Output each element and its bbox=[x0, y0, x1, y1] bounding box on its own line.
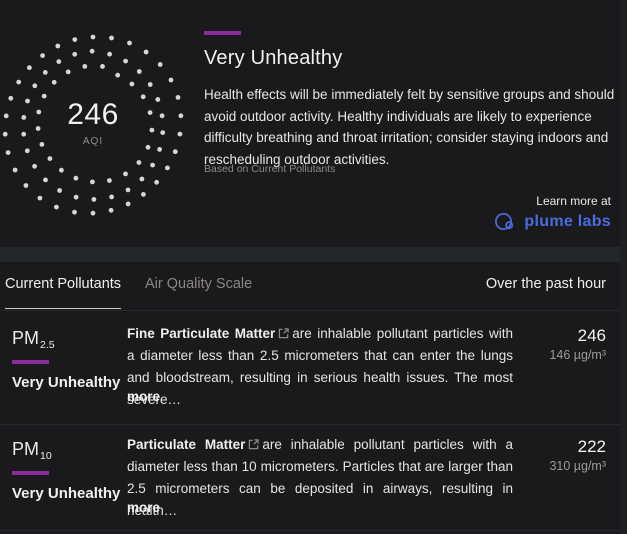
tab-current-pollutants[interactable]: Current Pollutants bbox=[5, 276, 121, 309]
pm25-status: Very Unhealthy bbox=[12, 374, 120, 391]
based-on-note: Based on Current Pollutants bbox=[204, 163, 335, 175]
scrollbar-track[interactable] bbox=[620, 0, 627, 534]
learn-more-label: Learn more at bbox=[493, 194, 611, 208]
pollutant-row-pm10: PM10 Very Unhealthy Particulate Matter a… bbox=[0, 429, 620, 534]
pm25-aqi-value: 246 bbox=[549, 326, 606, 346]
air-quality-panel: 246 AQI Very Unhealthy Health effects wi… bbox=[0, 0, 627, 534]
pm10-info-link[interactable]: Particulate Matter bbox=[127, 437, 245, 452]
brand-name: plume labs bbox=[524, 213, 611, 231]
bottom-separator bbox=[0, 530, 620, 531]
pm10-accent-bar bbox=[12, 471, 49, 475]
plume-cloud-icon bbox=[493, 212, 517, 231]
row-separator bbox=[0, 424, 620, 425]
aqi-value: 246 bbox=[0, 98, 188, 132]
aqi-gauge: 246 AQI bbox=[0, 30, 188, 220]
status-description: Health effects will be immediately felt … bbox=[204, 84, 617, 170]
pm10-code: PM10 bbox=[12, 439, 51, 460]
pm25-values: 246 146 µg/m³ bbox=[549, 326, 606, 362]
time-range-label: Over the past hour bbox=[486, 276, 606, 292]
tabs-separator bbox=[0, 310, 620, 311]
pm10-description: Particulate Matter are inhalable polluta… bbox=[127, 434, 513, 522]
status-accent-bar bbox=[204, 31, 241, 35]
pm10-concentration: 310 µg/m³ bbox=[549, 459, 606, 473]
pm10-more-button[interactable]: more bbox=[127, 500, 160, 515]
tab-air-quality-scale[interactable]: Air Quality Scale bbox=[145, 276, 252, 308]
pm25-code: PM2.5 bbox=[12, 328, 54, 349]
pm10-status: Very Unhealthy bbox=[12, 485, 120, 502]
plume-labs-link[interactable]: plume labs bbox=[493, 212, 611, 231]
pm25-more-button[interactable]: more bbox=[127, 389, 160, 404]
pm25-concentration: 146 µg/m³ bbox=[549, 348, 606, 362]
pm25-accent-bar bbox=[12, 360, 49, 364]
pollutant-tabs: Current Pollutants Air Quality Scale Ove… bbox=[0, 262, 620, 311]
external-link-icon bbox=[248, 439, 259, 450]
aqi-unit-label: AQI bbox=[0, 136, 188, 147]
pm25-info-link[interactable]: Fine Particulate Matter bbox=[127, 326, 275, 341]
pm10-values: 222 310 µg/m³ bbox=[549, 437, 606, 473]
section-divider bbox=[0, 247, 627, 262]
learn-more-block: Learn more at plume labs bbox=[493, 194, 611, 231]
pm25-description: Fine Particulate Matter are inhalable po… bbox=[127, 323, 513, 411]
status-title: Very Unhealthy bbox=[204, 47, 342, 70]
pm10-aqi-value: 222 bbox=[549, 437, 606, 457]
external-link-icon bbox=[278, 328, 289, 339]
pollutant-row-pm25: PM2.5 Very Unhealthy Fine Particulate Ma… bbox=[0, 318, 620, 424]
